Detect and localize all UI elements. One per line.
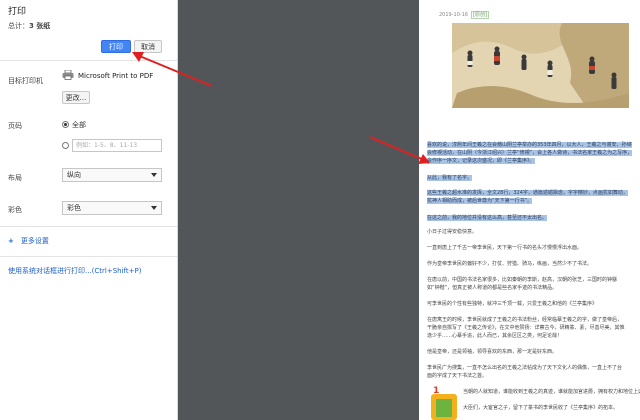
article-paragraph: 李世民广为搜集，一直不怎么出名的王羲之法帖成为了天下文化人的偶像，一直上不了台 xyxy=(427,365,623,371)
printer-icon xyxy=(62,70,74,80)
cancel-button[interactable]: 取消 xyxy=(134,40,162,53)
layout-select[interactable]: 纵向 xyxy=(62,168,162,182)
article-paragraph: 当朝的人就知道，谁能收到王羲之的真迹，谁就能加官进爵，拥有权力和地位上这样的待遇… xyxy=(463,389,640,395)
panel-title: 打印 xyxy=(8,7,27,17)
article-paragraph: 大臣们，大宦官之子，留下了篆书的李世民收了《兰亭集序》的拓本。 xyxy=(463,405,619,411)
pages-all-radio[interactable] xyxy=(62,121,69,128)
article-date: 2019-10-16 xyxy=(439,12,469,18)
highlighted-text: 会修禊活动，在山阴（今浙江绍兴）兰亭“修禊”，会上各人做诗，书法名家王羲之为之写… xyxy=(427,150,632,156)
pages-all-label: 全部 xyxy=(72,121,86,129)
system-dialog-link[interactable]: 使用系统对话框进行打印...(Ctrl+Shift+P) xyxy=(8,266,141,276)
highlighted-paragraph: 犹神人相助而成，被后世尊为“天下第一行书”。 xyxy=(427,197,632,205)
highlighted-paragraph: 从此，我有了名字。 xyxy=(427,174,632,182)
article-paragraph: 他是皇帝，还是领袖，领导喜欢的东西，那一定是好东西。 xyxy=(427,349,558,355)
highlighted-text: 会作序一序文，记录这次盛况，即《兰亭集序》。 xyxy=(427,158,535,164)
article-paragraph: 干脆亲自撰写了《王羲之传论》，在文中他赞扬：详察古今，研精篆、素，尽善尽美，其惟 xyxy=(427,325,625,331)
highlighted-text: 喜欢的说，淳熙年间王羲之在会稽山阴兰亭举办的353年四月，以大人，王羲之与谢安、… xyxy=(427,142,632,148)
article-paragraph: 小日子过得安稳快意。 xyxy=(427,229,478,235)
pages-custom-radio[interactable] xyxy=(62,142,69,149)
article-meta: 2019-10-16 [原创] xyxy=(439,11,489,19)
article-paragraph: 作为皇帝李世民的偏好不少，打仗、狩猎、骑马，练画，当然少不了书法。 xyxy=(427,261,593,267)
preview-background xyxy=(178,0,419,420)
article-paragraph: 在唐寓王的时候，李世民就成了王羲之的书法粉丝，经常临摹王羲之的字，做了皇帝后， xyxy=(427,317,623,323)
article-paragraph: 可李世民的个性有些独特，就冲三千顶一载，只爱王羲之和他的《兰亭集序》 xyxy=(427,301,598,307)
highlighted-text: 犹神人相助而成，被后世尊为“天下第一行书”。 xyxy=(427,198,533,204)
highlighted-paragraph: 会修禊活动，在山阴（今浙江绍兴）兰亭“修禊”，会上各人做诗，书法名家王羲之为之写… xyxy=(427,149,632,157)
divider xyxy=(0,60,177,61)
total-value: 3 张纸 xyxy=(29,22,51,30)
color-value: 彩色 xyxy=(67,204,81,212)
print-button[interactable]: 打印 xyxy=(101,40,131,53)
divider xyxy=(0,256,177,257)
pages-custom-input[interactable] xyxy=(72,139,162,152)
article-paragraph: 在唐以前，中国的书法名家很多，比如秦朝的李斯，赵高，汉朝的张芝，三国时的钟繇 xyxy=(427,277,618,283)
chevron-down-icon xyxy=(151,173,157,177)
highlighted-text: 在这之前，我的地位并没有这么高，甚至还不太出名。 xyxy=(427,215,548,221)
highlighted-text: 从此，我有了名字。 xyxy=(427,175,473,181)
print-settings-panel: 打印 总计：3 张纸 打印 取消 目标打印机 Microsoft Print t… xyxy=(0,0,178,420)
painting-image xyxy=(452,23,629,108)
total-sheets: 总计：3 张纸 xyxy=(8,21,50,31)
article-paragraph: 如“钟楷”，但真正被人称道的都是些名家手迹的书法精品。 xyxy=(427,285,558,291)
highlighted-paragraph: 在这之前，我的地位并没有这么高，甚至还不太出名。 xyxy=(427,214,632,222)
promo-badge-icon: 1 xyxy=(431,386,457,420)
plus-icon: + xyxy=(8,237,14,245)
article-paragraph: 面的字成了天下书法之首。 xyxy=(427,373,488,379)
more-settings-label: 更多设置 xyxy=(20,237,49,245)
more-settings-toggle[interactable]: + 更多设置 xyxy=(8,236,49,246)
svg-text:1: 1 xyxy=(433,386,439,396)
highlighted-paragraph: 喜欢的说，淳熙年间王羲之在会稽山阴兰亭举办的353年四月，以大人，王羲之与谢安、… xyxy=(427,141,632,149)
highlighted-text: 这些王羲之超水准的发挥，全文28行，324字，通篇遒媚飘逸，字字精妙，点画犹如舞… xyxy=(427,190,628,196)
highlighted-paragraph: 会作序一序文，记录这次盛况，即《兰亭集序》。 xyxy=(427,157,632,165)
article-tag: [原创] xyxy=(471,11,489,19)
destination-label: 目标打印机 xyxy=(8,77,43,85)
divider xyxy=(0,226,177,227)
article-paragraph: 一直到唐上了千古一帝李世民，天下第一行书的名头才慢慢浮出水面。 xyxy=(427,245,583,251)
color-select[interactable]: 彩色 xyxy=(62,201,162,215)
total-label: 总计： xyxy=(8,22,29,30)
print-preview-page[interactable]: 2019-10-16 [原创] 喜欢的说，淳熙年间王羲之在会稽山阴兰亭举办的353… xyxy=(419,0,640,420)
article-paragraph: 逸少乎……心摹手追，此人而已，其余区区之类，何足论哉！ xyxy=(427,333,563,339)
layout-value: 纵向 xyxy=(67,171,81,179)
change-printer-button[interactable]: 更改... xyxy=(62,91,90,104)
color-label: 彩色 xyxy=(8,206,22,214)
highlighted-paragraph: 这些王羲之超水准的发挥，全文28行，324字，通篇遒媚飘逸，字字精妙，点画犹如舞… xyxy=(427,189,632,197)
pages-label: 页码 xyxy=(8,122,22,130)
layout-label: 布局 xyxy=(8,174,22,182)
printer-name: Microsoft Print to PDF xyxy=(78,72,154,80)
chevron-down-icon xyxy=(151,206,157,210)
